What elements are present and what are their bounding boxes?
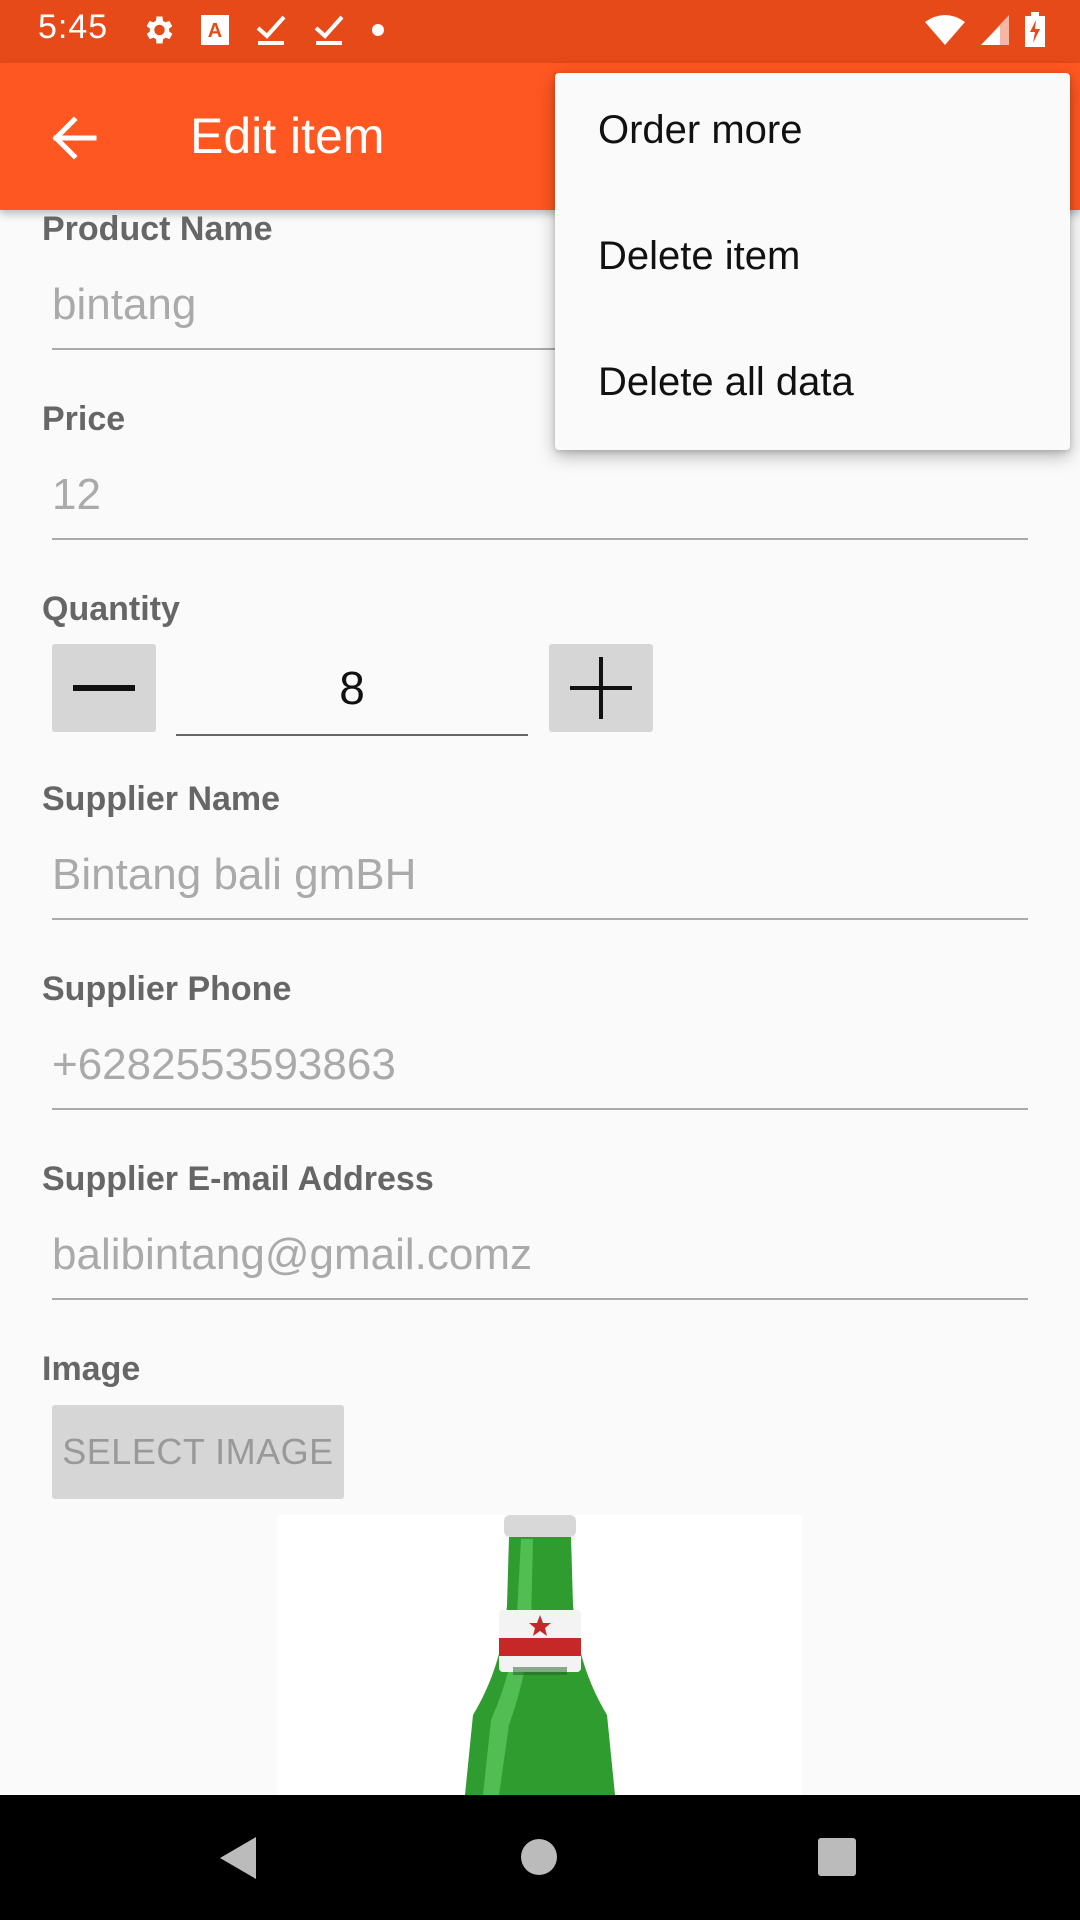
check-icon: [256, 15, 286, 45]
minus-icon: [73, 685, 135, 691]
back-triangle-icon[interactable]: [216, 1835, 260, 1881]
menu-item-delete-all-data[interactable]: Delete all data: [598, 360, 854, 405]
overflow-menu: Order more Delete item Delete all data: [555, 73, 1070, 450]
page-title: Edit item: [190, 108, 385, 164]
product-image: [277, 1515, 802, 1795]
check-icon: [314, 15, 344, 45]
supplier-phone-label: Supplier Phone: [42, 970, 292, 1008]
gear-icon: [146, 16, 173, 44]
svg-text:A: A: [208, 20, 222, 42]
supplier-email-label: Supplier E-mail Address: [42, 1160, 434, 1198]
quantity-decrement-button[interactable]: [52, 644, 156, 732]
quantity-label: Quantity: [42, 590, 180, 628]
beer-bottle-image: [465, 1515, 615, 1795]
navigation-bar: [0, 1795, 1080, 1920]
text-a-icon: A: [201, 15, 229, 45]
signal-icon: [981, 15, 1009, 45]
back-button[interactable]: [40, 103, 110, 173]
status-time: 5:45: [38, 8, 109, 46]
plus-icon: [570, 657, 632, 719]
status-icons-left: A: [140, 12, 386, 48]
supplier-name-field[interactable]: Bintang bali gmBH: [52, 840, 1028, 920]
menu-item-order-more[interactable]: Order more: [598, 108, 803, 153]
home-circle-icon[interactable]: [519, 1837, 559, 1877]
status-bar: 5:45 A: [0, 0, 1080, 63]
arrow-left-icon: [52, 116, 97, 160]
price-field[interactable]: 12: [52, 460, 1028, 540]
status-icons-right: [924, 12, 1046, 48]
price-label: Price: [42, 400, 126, 438]
battery-charging-icon: [1025, 12, 1045, 47]
supplier-email-field[interactable]: balibintang@gmail.comz: [52, 1220, 1028, 1300]
wifi-icon: [925, 15, 965, 45]
dot-icon: [372, 24, 384, 36]
quantity-field[interactable]: 8: [176, 642, 528, 736]
select-image-button[interactable]: SELECT IMAGE: [52, 1405, 344, 1499]
image-label: Image: [42, 1350, 141, 1388]
product-name-label: Product Name: [42, 210, 273, 248]
quantity-increment-button[interactable]: [549, 644, 653, 732]
supplier-name-label: Supplier Name: [42, 780, 281, 818]
supplier-phone-field[interactable]: +6282553593863: [52, 1030, 1028, 1110]
menu-item-delete-item[interactable]: Delete item: [598, 234, 800, 279]
recents-square-icon[interactable]: [817, 1837, 857, 1877]
